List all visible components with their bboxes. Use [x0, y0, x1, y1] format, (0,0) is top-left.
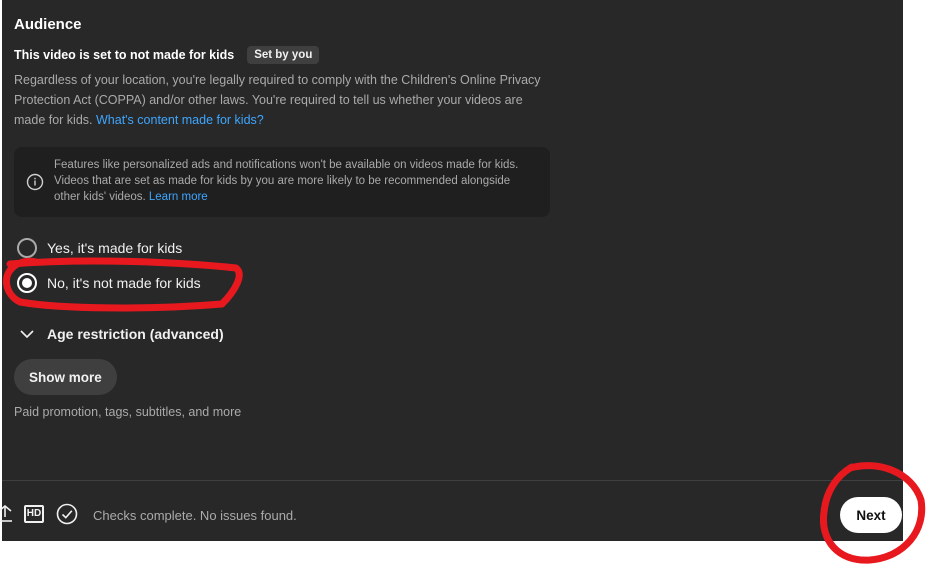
- audience-subtitle: This video is set to not made for kids: [14, 48, 235, 62]
- age-restriction-toggle[interactable]: Age restriction (advanced): [19, 326, 224, 342]
- footer-divider: [2, 480, 903, 481]
- show-more-description: Paid promotion, tags, subtitles, and mor…: [14, 405, 242, 419]
- chevron-down-icon: [20, 330, 34, 339]
- checks-status: Checks complete. No issues found.: [93, 508, 297, 523]
- info-box-body: Features like personalized ads and notif…: [54, 159, 519, 203]
- radio-button-checked[interactable]: [17, 273, 37, 293]
- radio-yes-label: Yes, it's made for kids: [47, 240, 183, 256]
- info-box-text: Features like personalized ads and notif…: [54, 157, 534, 205]
- next-button[interactable]: Next: [840, 497, 902, 533]
- learn-more-link[interactable]: Learn more: [149, 191, 208, 203]
- radio-button-unchecked[interactable]: [17, 238, 37, 258]
- audience-description-text: Regardless of your location, you're lega…: [14, 73, 541, 127]
- audience-description: Regardless of your location, you're lega…: [14, 70, 544, 130]
- age-restriction-label: Age restriction (advanced): [47, 326, 224, 342]
- hd-icon-label: HD: [26, 508, 42, 519]
- hd-icon[interactable]: HD: [24, 505, 44, 523]
- check-circle-icon[interactable]: [56, 503, 78, 525]
- radio-no-label: No, it's not made for kids: [47, 275, 201, 291]
- radio-yes-made-for-kids[interactable]: Yes, it's made for kids: [17, 238, 182, 258]
- info-box: Features like personalized ads and notif…: [14, 147, 550, 217]
- set-by-you-badge: Set by you: [247, 46, 320, 64]
- upload-icon[interactable]: [0, 505, 12, 523]
- radio-not-made-for-kids[interactable]: No, it's not made for kids: [17, 273, 201, 293]
- info-icon: [26, 173, 44, 191]
- show-more-button[interactable]: Show more: [14, 359, 117, 395]
- made-for-kids-link[interactable]: What's content made for kids?: [96, 113, 264, 127]
- audience-subtitle-row: This video is set to not made for kids S…: [14, 46, 320, 64]
- audience-panel: Audience This video is set to not made f…: [0, 0, 903, 541]
- audience-title: Audience: [14, 16, 82, 33]
